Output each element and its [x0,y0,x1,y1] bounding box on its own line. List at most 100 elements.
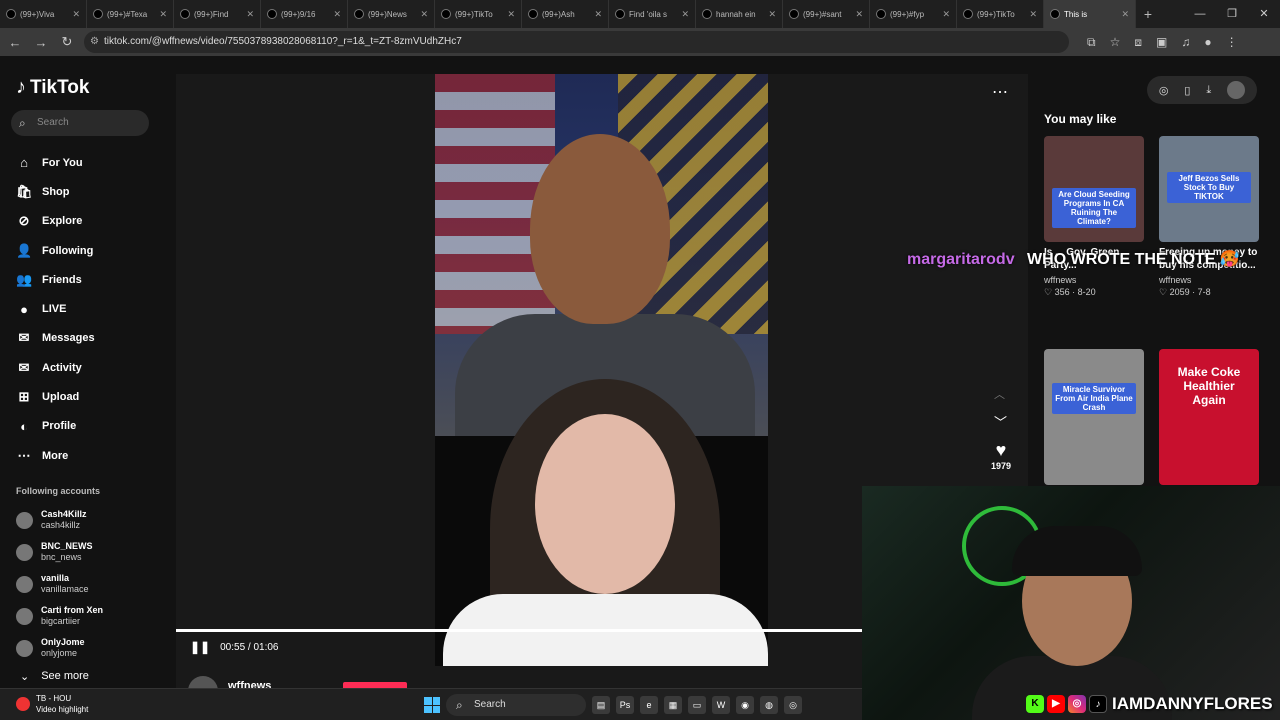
tab-close-icon[interactable]: ✕ [507,9,515,20]
sidebar-item-live[interactable]: ● LIVE [16,294,166,323]
back-icon[interactable]: ← [6,35,24,50]
forward-icon[interactable]: → [32,35,50,50]
edge-icon[interactable]: e [640,696,658,714]
tab-close-icon[interactable]: ✕ [1029,9,1037,20]
news-widget[interactable]: TB - HOU Video highlight [16,693,88,715]
recommended-video[interactable]: Jeff Bezos Sells Stock To Buy TIKTOK Free… [1159,136,1259,298]
download-icon[interactable]: ⤓ [1206,84,1211,97]
sidebar-item-friends[interactable]: 👥 Friends [16,265,166,294]
word-icon[interactable]: W [712,696,730,714]
browser-tab[interactable]: (99+)#Texa ✕ [87,0,174,28]
video-frame[interactable] [435,74,768,666]
sidebar-item-profile[interactable]: ◐ Profile [16,412,166,441]
video-thumbnail[interactable]: Are Cloud Seeding Programs In CA Ruining… [1044,136,1144,242]
tab-close-icon[interactable]: ✕ [855,9,863,20]
browser-tab[interactable]: (99+)TikTo ✕ [435,0,522,28]
address-bar: ← → ↻ tiktok.com/@wffnews/video/75503789… [0,28,1280,56]
browser-tab[interactable]: (99+)Viva ✕ [0,0,87,28]
sidebar-item-activity[interactable]: ✉ Activity [16,353,166,382]
taskbar-search[interactable]: Search [446,694,586,716]
star-icon[interactable]: ☆ [1110,35,1121,50]
browser-tab[interactable]: Find 'oila s ✕ [609,0,696,28]
like-button[interactable]: ♥ 1979 [988,440,1014,471]
tab-close-icon[interactable]: ✕ [333,9,341,20]
tab-title: (99+)Find [194,9,229,19]
browser-tab[interactable]: (99+)Find ✕ [174,0,261,28]
video-thumbnail[interactable]: Jeff Bezos Sells Stock To Buy TIKTOK [1159,136,1259,242]
tab-close-icon[interactable]: ✕ [594,9,602,20]
sidebar-item-explore[interactable]: ⊘ Explore [16,207,166,236]
menu-icon[interactable]: ⋮ [1226,35,1238,50]
previous-video-icon[interactable]: ︿ [994,386,1005,402]
search-input[interactable]: ⌕ Search [11,110,149,136]
tab-close-icon[interactable]: ✕ [246,9,254,20]
chat-username: margaritarodv [907,251,1015,268]
sidebar-item-for-you[interactable]: ⌂ For You [16,148,166,177]
tab-close-icon[interactable]: ✕ [1121,9,1129,20]
extensions-icon[interactable]: ⧈ [1134,35,1142,50]
more-options-icon[interactable]: ⋯ [992,82,1008,102]
sidebar-item-upload[interactable]: ⊞ Upload [16,382,166,411]
sidebar-item-more[interactable]: ⋯ More [16,441,166,470]
browser-tab[interactable]: (99+)#sant ✕ [783,0,870,28]
coins-icon[interactable]: ◎ [1159,84,1169,97]
maximize-icon[interactable]: ❐ [1216,0,1248,28]
sidebar-item-shop[interactable]: 🛍 Shop [16,177,166,206]
see-more-button[interactable]: ⌄ See more [20,670,89,683]
next-video-icon[interactable]: ﹀ [994,412,1007,431]
following-account[interactable]: Carti from Xen bigcartiier [16,600,166,632]
start-icon[interactable] [424,697,440,713]
tab-title: (99+)#sant [803,9,842,19]
video-thumbnail[interactable]: Miracle Survivor From Air India Plane Cr… [1044,349,1144,485]
sidebar-item-label: Profile [42,420,77,433]
browser-tab[interactable]: (99+)News ✕ [348,0,435,28]
tab-close-icon[interactable]: ✕ [681,9,689,20]
file-explorer-icon[interactable]: ▤ [592,696,610,714]
close-icon[interactable]: ✕ [1248,0,1280,28]
photoshop-icon[interactable]: Ps [616,696,634,714]
tab-close-icon[interactable]: ✕ [159,9,167,20]
browser-tab[interactable]: (99+)TikTo ✕ [957,0,1044,28]
new-tab-icon[interactable]: + [1136,6,1160,22]
tiktok-logo[interactable]: ♪ TikTok [16,76,89,99]
following-account[interactable]: BNC_NEWS bnc_news [16,536,166,568]
device-icon[interactable]: ▯ [1184,84,1190,97]
tab-close-icon[interactable]: ✕ [942,9,950,20]
activity-icon: ✉ [18,359,30,375]
obs-icon[interactable]: ◍ [760,696,778,714]
following-account[interactable]: Cash4Killz cash4killz [16,504,166,536]
following-account[interactable]: OnlyJome onlyjome [16,632,166,664]
url-field[interactable]: tiktok.com/@wffnews/video/75503789380280… [84,31,1069,53]
media-icon[interactable]: ♫ [1181,35,1190,50]
tab-close-icon[interactable]: ✕ [420,9,428,20]
chrome-icon[interactable]: ◎ [784,696,802,714]
pause-icon[interactable]: ❚❚ [190,640,210,654]
discord-icon[interactable]: ◉ [736,696,754,714]
user-avatar[interactable] [1227,81,1246,99]
install-icon[interactable]: ⧉ [1087,35,1096,50]
progress-bar[interactable] [176,629,884,632]
folder-icon[interactable]: ▭ [688,696,706,714]
browser-tab[interactable]: (99+)#fyp ✕ [870,0,957,28]
browser-tab[interactable]: (99+)Ash ✕ [522,0,609,28]
browser-tab[interactable]: hannah ein ✕ [696,0,783,28]
recommended-video[interactable]: Are Cloud Seeding Programs In CA Ruining… [1044,136,1144,298]
video-thumbnail[interactable]: Make Coke Healthier Again [1159,349,1259,485]
browser-tab[interactable]: This is ✕ [1044,0,1136,28]
following-account[interactable]: vanilla vanillamace [16,568,166,600]
sidepanel-icon[interactable]: ▣ [1156,35,1167,50]
top-tools: ◎ ▯ ⤓ [1147,76,1257,104]
sidebar-item-label: Following [42,244,94,257]
video-date: 8-20 [1077,287,1096,297]
reload-icon[interactable]: ↻ [58,34,76,50]
tab-close-icon[interactable]: ✕ [72,9,80,20]
minimize-icon[interactable]: — [1184,0,1216,28]
sidebar-item-following[interactable]: 👤 Following [16,236,166,265]
store-icon[interactable]: ▦ [664,696,682,714]
sidebar-item-messages[interactable]: ✉ Messages [16,324,166,353]
profile-icon[interactable]: ● [1204,35,1211,50]
recommended-video[interactable]: Make Coke Healthier Again [1159,349,1259,485]
browser-tab[interactable]: (99+)9/16 ✕ [261,0,348,28]
recommended-video[interactable]: Miracle Survivor From Air India Plane Cr… [1044,349,1144,485]
tab-close-icon[interactable]: ✕ [768,9,776,20]
